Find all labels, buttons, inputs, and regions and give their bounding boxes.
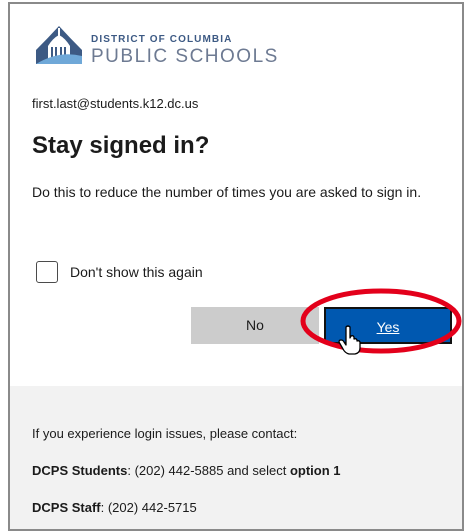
dont-show-again-row[interactable]: Don't show this again [36, 260, 203, 284]
students-option: option 1 [289, 463, 341, 478]
account-email: first.last@students.k12.dc.us [32, 96, 199, 111]
support-intro: If you experience login issues, please c… [32, 426, 298, 441]
page-title: Stay signed in? [32, 132, 210, 159]
support-footer: If you experience login issues, please c… [10, 386, 462, 529]
students-label: DCPS Students [32, 463, 128, 478]
dont-show-again-checkbox[interactable] [36, 261, 58, 283]
sign-in-dialog: DISTRICT OF COLUMBIA PUBLIC SCHOOLS firs… [8, 2, 464, 531]
prompt-description: Do this to reduce the number of times yo… [32, 184, 422, 200]
no-button[interactable]: No [191, 307, 319, 344]
staff-label: DCPS Staff [32, 500, 101, 515]
students-phone-text: : (202) 442-5885 and select [127, 463, 290, 478]
staff-phone-text: : (202) 442-5715 [100, 500, 197, 515]
staff-contact: DCPS Staff: (202) 442-5715 [32, 500, 197, 515]
dont-show-again-label[interactable]: Don't show this again [70, 264, 203, 280]
students-contact: DCPS Students: (202) 442-5885 and select… [32, 463, 341, 478]
logo-schools-text: PUBLIC SCHOOLS [91, 46, 279, 67]
logo-district-text: DISTRICT OF COLUMBIA [91, 34, 233, 45]
capitol-dome-icon [36, 26, 82, 64]
yes-button[interactable]: Yes [324, 307, 452, 344]
dcps-logo: DISTRICT OF COLUMBIA PUBLIC SCHOOLS [34, 20, 294, 72]
